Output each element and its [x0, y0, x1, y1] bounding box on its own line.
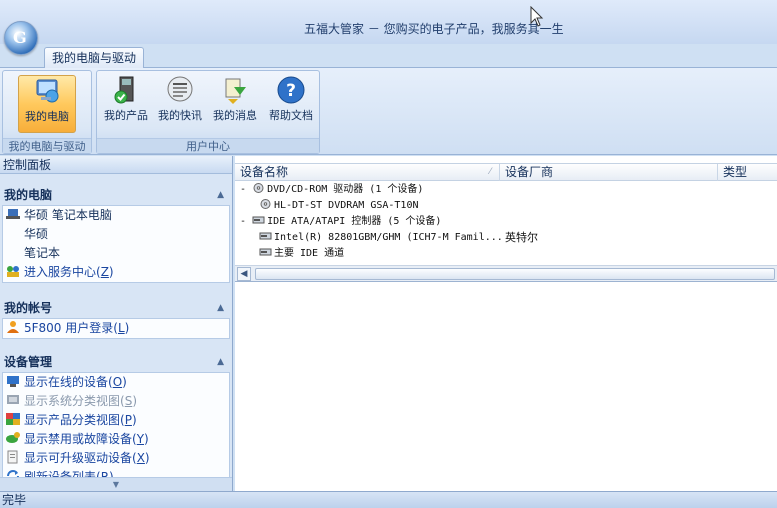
table-row[interactable]: Intel(R) 82801GBM/GHM (ICH7-M Famil... 英…	[235, 230, 777, 246]
show-online-devices-link[interactable]: 显示在线的设备(O)	[3, 373, 229, 392]
show-system-view-link[interactable]: 显示系统分类视图(S)	[3, 392, 229, 411]
my-products-button[interactable]: 我的产品	[101, 75, 151, 133]
sort-icon: ⁄	[489, 167, 491, 177]
category-item: 笔记本	[24, 246, 61, 260]
show-upgradable-drivers-link[interactable]: 显示可升级驱动设备(X)	[3, 449, 229, 468]
show-product-view-link[interactable]: 显示产品分类视图(P)	[3, 411, 229, 430]
table-row[interactable]: - IDE ATA/ATAPI 控制器 (5 个设备)	[235, 214, 777, 230]
my-news-label: 我的快讯	[158, 109, 202, 122]
column-header-device-name[interactable]: 设备名称 ⁄	[235, 164, 500, 181]
user-login-link[interactable]: 5F800 用户登录(L)	[3, 319, 229, 338]
panel-scroll-down-icon[interactable]: ▼	[0, 477, 232, 491]
ribbon-group-label: 用户中心	[97, 138, 319, 153]
collapse-icon[interactable]: ▲	[217, 184, 224, 206]
app-logo-letter: G	[13, 28, 27, 47]
collapse-icon[interactable]: ▲	[217, 351, 224, 373]
title-bar: 五福大管家 － 您购买的电子产品，我服务其一生	[0, 0, 777, 44]
app-menu-orb[interactable]: G	[4, 21, 38, 55]
help-icon: ?	[277, 76, 305, 104]
column-header-vendor[interactable]: 设备厂商	[500, 164, 718, 181]
mouse-cursor-icon	[530, 6, 544, 27]
products-icon	[114, 76, 134, 104]
cdrom-icon	[260, 199, 271, 209]
ribbon-group-label: 我的电脑与驱动	[3, 138, 91, 153]
table-row[interactable]: - DVD/CD-ROM 驱动器 (1 个设备)	[235, 182, 777, 198]
control-panel-header: 控制面板	[0, 156, 232, 174]
my-products-label: 我的产品	[104, 109, 148, 122]
cdrom-icon	[253, 183, 264, 193]
my-computer-label: 我的电脑	[25, 110, 69, 123]
status-bar: 完毕	[0, 491, 777, 508]
system-view-icon	[7, 395, 19, 404]
ribbon: 我的电脑 我的电脑与驱动 我的产品 我的快讯 我的消息 ? 帮助文档 用户中心	[0, 67, 777, 155]
help-docs-button[interactable]: ? 帮助文档	[265, 75, 317, 133]
ribbon-tab-my-computer[interactable]: 我的电脑与驱动	[44, 47, 144, 68]
window-title: 五福大管家 － 您购买的电子产品，我服务其一生	[304, 22, 564, 36]
ide-controller-icon	[259, 232, 272, 240]
column-header-type[interactable]: 类型	[718, 164, 777, 181]
show-disabled-devices-link[interactable]: 显示禁用或故障设备(Y)	[3, 430, 229, 449]
service-people-icon	[7, 266, 19, 277]
section-my-account[interactable]: 我的帐号 ▲	[2, 297, 230, 319]
horizontal-scrollbar[interactable]: ◀	[235, 265, 777, 282]
table-row[interactable]: HL-DT-ST DVDRAM GSA-T10N	[235, 198, 777, 214]
newspaper-icon	[167, 76, 193, 102]
help-docs-label: 帮助文档	[269, 109, 313, 122]
upgrade-driver-icon	[7, 450, 18, 464]
table-row[interactable]: 主要 IDE 通道	[235, 246, 777, 262]
my-computer-icon	[36, 79, 59, 103]
svg-text:?: ?	[286, 81, 296, 101]
user-icon	[7, 321, 19, 333]
device-management-list: 显示在线的设备(O) 显示系统分类视图(S) 显示产品分类视图(P) 显示禁用或…	[2, 373, 230, 488]
scrollbar-thumb[interactable]	[255, 268, 775, 280]
section-title: 设备管理	[4, 355, 53, 369]
laptop-icon	[6, 209, 20, 219]
ide-controller-icon	[252, 216, 265, 224]
my-messages-label: 我的消息	[213, 109, 257, 122]
computer-model-item[interactable]: 华硕 笔记本电脑	[3, 206, 229, 225]
section-title: 我的帐号	[4, 301, 53, 315]
device-tree: - DVD/CD-ROM 驱动器 (1 个设备) HL-DT-ST DVDRAM…	[235, 182, 777, 262]
my-news-button[interactable]: 我的快讯	[155, 75, 205, 133]
message-icon	[225, 78, 246, 104]
section-device-management[interactable]: 设备管理 ▲	[2, 351, 230, 373]
online-device-icon	[7, 376, 19, 387]
vendor-cell: 英特尔	[505, 231, 538, 244]
section-title: 我的电脑	[4, 188, 53, 202]
brand-item: 华硕	[24, 227, 49, 241]
disabled-device-icon	[6, 432, 20, 443]
ide-controller-icon	[259, 248, 272, 256]
product-view-icon	[6, 413, 20, 425]
my-computer-list: 华硕 笔记本电脑 华硕 笔记本 进入服务中心(Z)	[2, 206, 230, 283]
ribbon-group-computer: 我的电脑 我的电脑与驱动	[2, 70, 92, 154]
ribbon-group-user-center: 我的产品 我的快讯 我的消息 ? 帮助文档 用户中心	[96, 70, 320, 154]
service-center-link[interactable]: 进入服务中心(Z)	[3, 263, 229, 282]
device-table: 设备名称 ⁄ 设备厂商 类型 - DVD/CD-ROM 驱动器 (1 个设备) …	[235, 156, 777, 491]
my-computer-button[interactable]: 我的电脑	[18, 75, 76, 133]
my-account-list: 5F800 用户登录(L)	[2, 319, 230, 339]
table-header: 设备名称 ⁄ 设备厂商 类型	[235, 163, 777, 181]
control-panel: 控制面板 我的电脑 ▲ 华硕 笔记本电脑 华硕 笔记本 进入服务中心(Z) 我的…	[0, 156, 233, 491]
collapse-icon[interactable]: ▲	[217, 297, 224, 319]
section-my-computer[interactable]: 我的电脑 ▲	[2, 184, 230, 206]
scroll-left-icon[interactable]: ◀	[237, 267, 251, 281]
my-messages-button[interactable]: 我的消息	[209, 75, 261, 133]
